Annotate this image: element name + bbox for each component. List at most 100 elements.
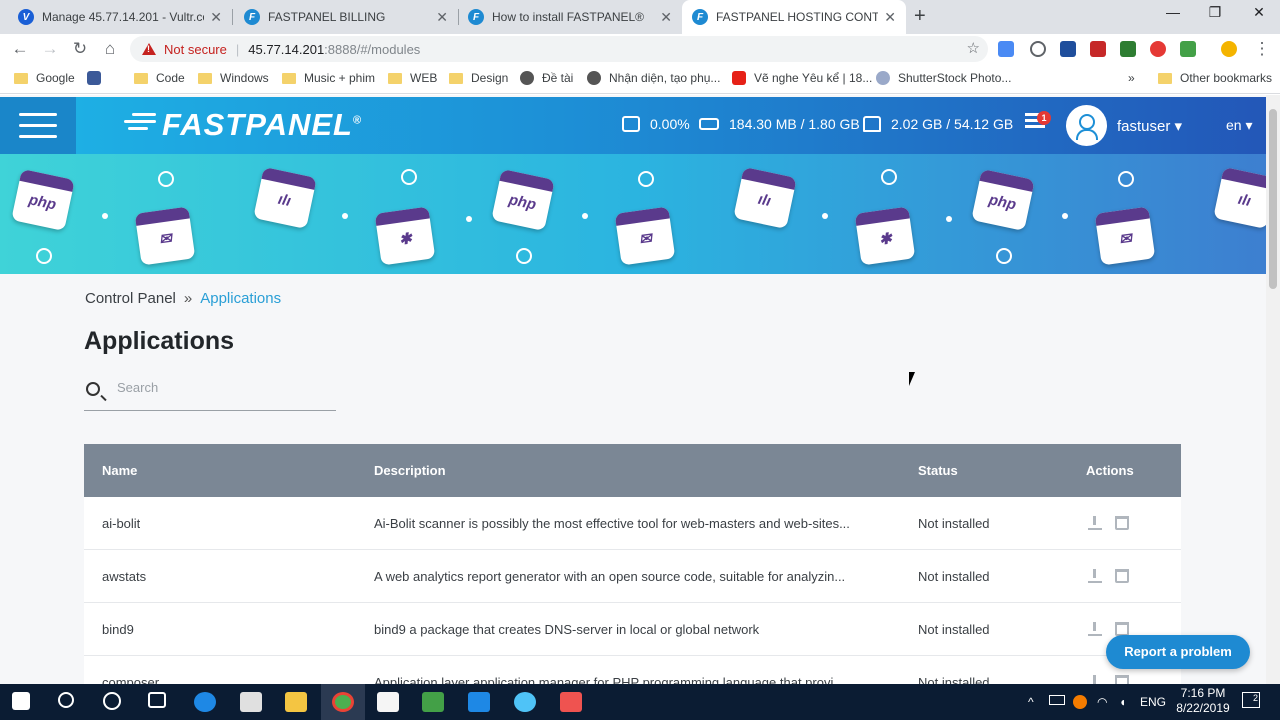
scrollbar-thumb[interactable] xyxy=(1269,109,1277,289)
close-icon[interactable]: ✕ xyxy=(884,9,896,26)
action-center-icon[interactable]: 2 xyxy=(1242,692,1260,708)
breadcrumb-control-panel[interactable]: Control Panel xyxy=(85,290,176,307)
browser-tab-install[interactable]: F How to install FASTPANEL® ✕ xyxy=(458,0,682,34)
bookmark-facebook[interactable] xyxy=(87,71,109,85)
bookmark-label: Music + phim xyxy=(304,71,376,85)
window-close-icon[interactable]: ✕ xyxy=(1236,4,1280,21)
input-language[interactable]: ENG xyxy=(1140,695,1166,709)
app-icon[interactable] xyxy=(560,692,582,712)
user-avatar-icon[interactable] xyxy=(1066,105,1107,146)
system-clock[interactable]: 7:16 PM 8/22/2019 xyxy=(1175,686,1231,716)
chevron-up-icon[interactable]: ^ xyxy=(1028,695,1034,709)
menu-kebab-icon[interactable]: ⋮ xyxy=(1252,39,1272,59)
bookmark-star-icon[interactable]: ☆ xyxy=(967,39,980,57)
column-header-name[interactable]: Name xyxy=(102,463,137,478)
install-icon[interactable] xyxy=(1088,675,1102,684)
hamburger-menu-icon[interactable] xyxy=(0,97,76,154)
user-menu[interactable]: fastuser ▾ xyxy=(1117,117,1182,135)
search-icon[interactable] xyxy=(58,692,74,708)
disk-icon xyxy=(863,116,881,132)
extension-icon[interactable] xyxy=(1150,41,1166,57)
mail-card-icon: ✉ xyxy=(134,206,196,266)
fastpanel-logo[interactable]: FASTPANEL® xyxy=(124,107,362,143)
file-explorer-icon[interactable] xyxy=(285,692,307,712)
home-icon[interactable]: ⌂ xyxy=(100,39,120,59)
page-scrollbar[interactable] xyxy=(1266,95,1280,684)
report-problem-button[interactable]: Report a problem xyxy=(1106,635,1250,669)
restore-icon[interactable]: ❐ xyxy=(1192,4,1238,21)
app-name: bind9 xyxy=(102,622,134,637)
network-icon[interactable] xyxy=(1049,695,1065,705)
close-icon[interactable]: ✕ xyxy=(210,9,222,26)
bookmark-google[interactable]: Google xyxy=(14,71,75,85)
bookmark-music[interactable]: Music + phim xyxy=(282,71,375,85)
mail-icon[interactable] xyxy=(240,692,262,712)
reload-icon[interactable]: ↻ xyxy=(70,39,90,59)
wifi-icon[interactable]: ◠ xyxy=(1097,695,1107,709)
chrome-icon[interactable] xyxy=(332,692,354,712)
folder-icon xyxy=(14,72,28,84)
translate-extension-icon[interactable] xyxy=(998,41,1014,57)
search-input[interactable] xyxy=(117,380,327,395)
breadcrumb-applications[interactable]: Applications xyxy=(200,290,281,307)
extension-icon[interactable] xyxy=(1060,41,1076,57)
ublock-icon[interactable] xyxy=(1090,41,1106,57)
edge-icon[interactable] xyxy=(194,692,216,712)
app-icon[interactable] xyxy=(468,692,490,712)
trash-icon[interactable] xyxy=(1115,569,1129,583)
minimize-icon[interactable]: — xyxy=(1150,4,1196,20)
bookmark-windows[interactable]: Windows xyxy=(198,71,269,85)
dot-icon xyxy=(1062,213,1068,219)
browser-tab-billing[interactable]: F FASTPANEL BILLING ✕ xyxy=(234,0,458,34)
tray-app-icon[interactable] xyxy=(1073,695,1087,709)
extension-icon[interactable] xyxy=(1120,41,1136,57)
bookmark-nhan-dien[interactable]: Nhận diện, tạo phụ... xyxy=(587,71,720,85)
close-icon[interactable]: ✕ xyxy=(436,9,448,26)
windows-start-icon[interactable] xyxy=(12,692,30,710)
language-selector[interactable]: en ▾ xyxy=(1226,117,1253,134)
install-icon[interactable] xyxy=(1088,622,1102,636)
url-host: 45.77.14.201 xyxy=(248,41,325,57)
bookmark-shutterstock[interactable]: ShutterStock Photo... xyxy=(876,71,1011,85)
security-label[interactable]: Not secure xyxy=(164,42,227,57)
bookmark-youtube[interactable]: Vẽ nghe Yêu kể | 18... xyxy=(732,71,872,85)
folder-icon xyxy=(388,72,402,84)
registered-mark: ® xyxy=(353,114,363,127)
bookmark-design[interactable]: Design xyxy=(449,71,508,85)
cloud-icon[interactable] xyxy=(514,692,536,712)
chevron-down-icon: ▾ xyxy=(1174,118,1183,135)
bookmarks-overflow-icon[interactable]: » xyxy=(1128,71,1135,85)
profile-avatar-icon[interactable] xyxy=(1221,41,1237,57)
bookmark-de-tai[interactable]: Đề tài xyxy=(520,71,573,85)
warning-icon[interactable] xyxy=(142,43,156,55)
trash-icon[interactable] xyxy=(1115,622,1129,636)
cortana-icon[interactable] xyxy=(103,692,121,710)
task-view-icon[interactable] xyxy=(148,692,166,708)
browser-tab-vultr[interactable]: V Manage 45.77.14.201 - Vultr.com ✕ xyxy=(8,0,232,34)
extension-icon[interactable] xyxy=(1030,41,1046,57)
app-status: Not installed xyxy=(918,569,990,584)
chart-card-icon: ılı xyxy=(253,166,317,230)
video-editor-icon[interactable] xyxy=(377,692,399,712)
close-icon[interactable]: ✕ xyxy=(660,9,672,26)
new-tab-icon[interactable]: + xyxy=(914,5,926,28)
clock-date: 8/22/2019 xyxy=(1176,701,1230,715)
column-header-status[interactable]: Status xyxy=(918,463,958,478)
notepad-icon[interactable] xyxy=(422,692,444,712)
back-icon[interactable]: ← xyxy=(10,39,30,59)
url-field[interactable]: Not secure | 45.77.14.201 :8888/#/module… xyxy=(130,36,988,62)
bookmark-other[interactable]: Other bookmarks xyxy=(1158,71,1272,85)
browser-tab-hosting-control[interactable]: F FASTPANEL HOSTING CONTROL ✕ xyxy=(682,0,906,34)
install-icon[interactable] xyxy=(1088,516,1102,530)
bookmark-web[interactable]: WEB xyxy=(388,71,437,85)
site-icon xyxy=(876,71,890,85)
forward-icon[interactable]: → xyxy=(40,39,60,59)
trash-icon[interactable] xyxy=(1115,675,1129,684)
volume-icon[interactable]: ◖ xyxy=(1119,695,1126,709)
trash-icon[interactable] xyxy=(1115,516,1129,530)
dot-icon xyxy=(946,216,952,222)
install-icon[interactable] xyxy=(1088,569,1102,583)
extension-icon[interactable] xyxy=(1180,41,1196,57)
bookmark-code[interactable]: Code xyxy=(134,71,185,85)
search-box xyxy=(84,374,336,411)
